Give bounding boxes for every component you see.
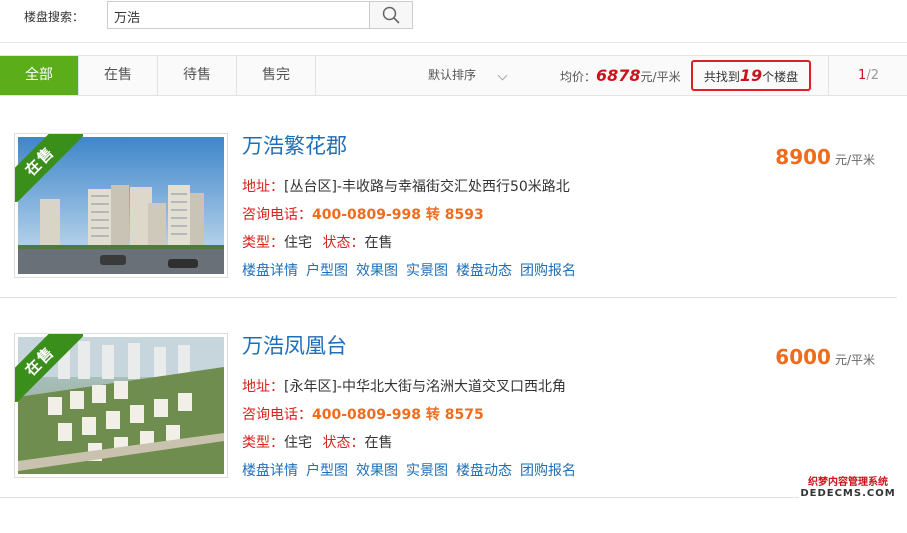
tab-all[interactable]: 全部 bbox=[0, 56, 79, 95]
listing-card: 在售 万浩繁花郡 地址：[丛台区]-丰收路与幸福街交汇处西行50米路北 咨询电话… bbox=[0, 133, 907, 333]
on-sale-badge: 在售 bbox=[15, 334, 83, 402]
sort-dropdown[interactable]: 默认排序 bbox=[428, 56, 476, 95]
result-count-prefix: 共找到 bbox=[703, 70, 740, 84]
search-label: 楼盘搜索： bbox=[24, 10, 85, 24]
watermark-line2: DEDECMS.COM bbox=[799, 488, 897, 499]
chevron-down-icon[interactable] bbox=[497, 70, 508, 81]
listing-photo[interactable]: 在售 bbox=[14, 133, 228, 278]
search-button[interactable] bbox=[369, 2, 412, 28]
tab-sold-out[interactable]: 售完 bbox=[237, 56, 316, 95]
average-price: 均价：6878元/平米 bbox=[560, 56, 681, 97]
search-input[interactable]: 万浩 bbox=[114, 7, 140, 26]
tab-on-sale[interactable]: 在售 bbox=[79, 56, 158, 95]
link-details[interactable]: 楼盘详情 bbox=[242, 263, 298, 279]
link-photos[interactable]: 实景图 bbox=[406, 263, 448, 279]
price-value: 6000 bbox=[775, 345, 831, 369]
listing-photo[interactable]: 在售 bbox=[14, 333, 228, 478]
divider bbox=[0, 297, 897, 298]
listing-price: 6000 元/平米 bbox=[775, 345, 875, 369]
average-price-label: 均价： bbox=[560, 70, 597, 84]
listing-phone: 咨询电话：400-0809-998 转 8593 bbox=[242, 207, 484, 223]
average-price-value: 6878 bbox=[596, 66, 641, 85]
link-news[interactable]: 楼盘动态 bbox=[456, 463, 512, 479]
listing-price: 8900 元/平米 bbox=[775, 145, 875, 169]
link-renderings[interactable]: 效果图 bbox=[356, 263, 398, 279]
link-group-buy[interactable]: 团购报名 bbox=[520, 263, 576, 279]
page-total: /2 bbox=[866, 68, 879, 83]
link-photos[interactable]: 实景图 bbox=[406, 463, 448, 479]
price-unit: 元/平米 bbox=[834, 153, 875, 167]
result-count: 共找到19个楼盘 bbox=[691, 60, 811, 91]
price-unit: 元/平米 bbox=[834, 353, 875, 367]
tab-coming-soon[interactable]: 待售 bbox=[158, 56, 237, 95]
result-count-suffix: 个楼盘 bbox=[762, 70, 799, 84]
listing-type-status: 类型：住宅 状态：在售 bbox=[242, 435, 393, 451]
listing-links: 楼盘详情 户型图 效果图 实景图 楼盘动态 团购报名 bbox=[242, 260, 584, 280]
link-renderings[interactable]: 效果图 bbox=[356, 463, 398, 479]
on-sale-badge: 在售 bbox=[15, 134, 83, 202]
listing-title[interactable]: 万浩凤凰台 bbox=[242, 330, 347, 360]
listing-address: 地址：[永年区]-中华北大街与洺洲大道交叉口西北角 bbox=[242, 379, 566, 395]
listing-phone: 咨询电话：400-0809-998 转 8575 bbox=[242, 407, 484, 423]
watermark: 织梦内容管理系统 DEDECMS.COM bbox=[799, 473, 897, 499]
filter-bar: 全部 在售 待售 售完 默认排序 均价：6878元/平米 共找到19个楼盘 1/… bbox=[0, 55, 907, 96]
divider bbox=[0, 42, 907, 43]
watermark-line1: 织梦内容管理系统 bbox=[799, 473, 897, 488]
result-count-value: 19 bbox=[739, 66, 763, 85]
link-group-buy[interactable]: 团购报名 bbox=[520, 463, 576, 479]
link-news[interactable]: 楼盘动态 bbox=[456, 263, 512, 279]
listing-address: 地址：[丛台区]-丰收路与幸福街交汇处西行50米路北 bbox=[242, 179, 570, 195]
link-floorplans[interactable]: 户型图 bbox=[306, 463, 348, 479]
listing-title[interactable]: 万浩繁花郡 bbox=[242, 130, 347, 160]
divider bbox=[0, 497, 897, 498]
search-row: 楼盘搜索： 万浩 bbox=[0, 0, 907, 42]
listing-links: 楼盘详情 户型图 效果图 实景图 楼盘动态 团购报名 bbox=[242, 460, 584, 480]
price-value: 8900 bbox=[775, 145, 831, 169]
average-price-unit: 元/平米 bbox=[640, 70, 681, 84]
listing-card: 在售 万浩凤凰台 地址：[永年区]-中华北大街与洺洲大道交叉口西北角 咨询电话：… bbox=[0, 333, 907, 533]
search-box[interactable]: 万浩 bbox=[107, 1, 413, 29]
link-details[interactable]: 楼盘详情 bbox=[242, 463, 298, 479]
search-icon bbox=[382, 6, 400, 24]
pagination[interactable]: 1/2 bbox=[828, 56, 907, 95]
listing-type-status: 类型：住宅 状态：在售 bbox=[242, 235, 393, 251]
link-floorplans[interactable]: 户型图 bbox=[306, 263, 348, 279]
